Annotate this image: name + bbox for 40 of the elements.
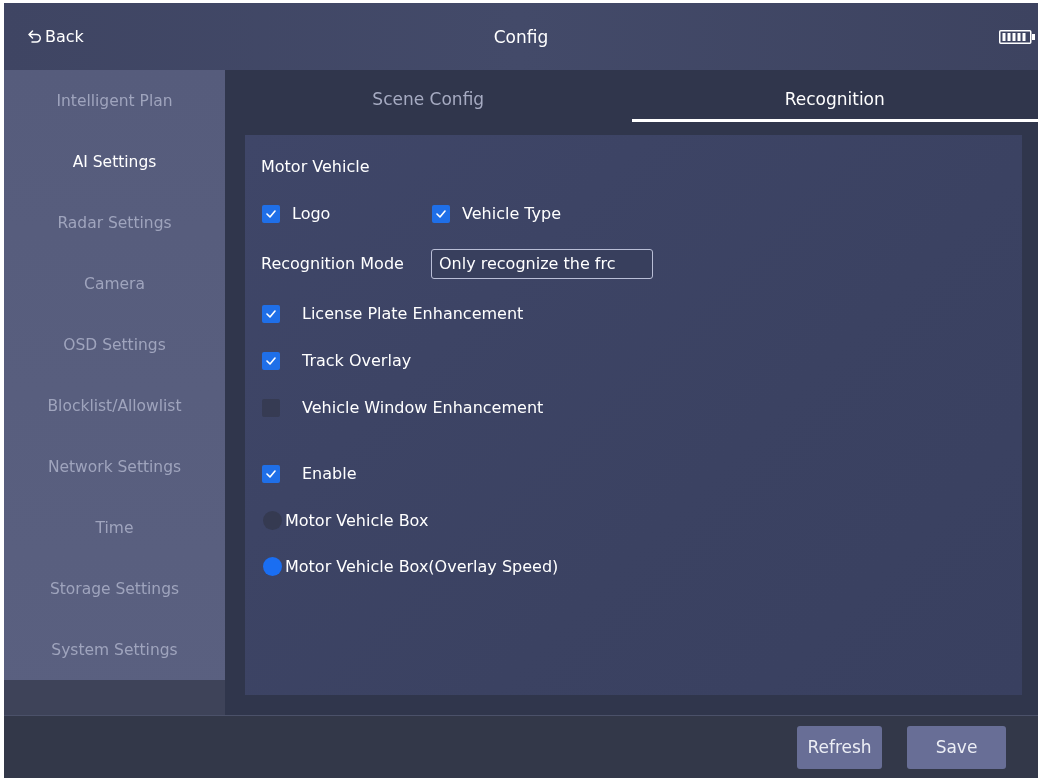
check-icon (266, 209, 276, 218)
sidebar-item[interactable]: OSD Settings (4, 314, 225, 375)
section-heading: Motor Vehicle (261, 157, 370, 176)
sidebar-item[interactable]: AI Settings (4, 131, 225, 192)
page-title: Config (493, 26, 549, 47)
check-icon (266, 356, 276, 365)
checkbox-label: Enable (302, 464, 357, 483)
radio-label: Motor Vehicle Box (285, 510, 429, 530)
checkbox-label: Logo (292, 204, 331, 223)
back-button[interactable]: Back (26, 25, 86, 48)
refresh-button[interactable]: Refresh (797, 725, 882, 769)
checkbox-label: Vehicle Type (462, 204, 562, 223)
checkbox[interactable] (262, 351, 280, 370)
save-button[interactable]: Save (907, 725, 1006, 769)
checkbox-label: Vehicle Window Enhancement (302, 398, 544, 417)
sidebar-item[interactable]: Intelligent Plan (4, 70, 225, 131)
check-icon (266, 469, 276, 478)
checkbox-label: License Plate Enhancement (302, 304, 524, 323)
check-icon (436, 209, 446, 218)
sidebar-item[interactable]: Storage Settings (4, 558, 225, 619)
radio-button[interactable] (263, 556, 282, 576)
battery-icon (999, 29, 1035, 44)
checkbox[interactable] (432, 204, 450, 223)
sidebar-item[interactable]: Time (4, 497, 225, 558)
sidebar-item[interactable]: Network Settings (4, 436, 225, 497)
tab[interactable]: Recognition (631, 70, 1038, 122)
checkbox[interactable] (262, 464, 280, 483)
radio-label: Motor Vehicle Box(Overlay Speed) (285, 556, 559, 576)
sidebar-item[interactable]: Radar Settings (4, 192, 225, 253)
sidebar-item[interactable]: Camera (4, 253, 225, 314)
back-arrow-icon (28, 30, 42, 43)
tab[interactable]: Scene Config (225, 70, 632, 122)
sidebar-item[interactable]: System Settings (4, 619, 225, 680)
check-icon (266, 309, 276, 318)
checkbox-label: Track Overlay (302, 351, 412, 370)
sidebar-item[interactable]: Blocklist/Allowlist (4, 375, 225, 436)
field-label: Recognition Mode (261, 254, 405, 273)
recognition-mode-field[interactable]: Only recognize the frc (431, 248, 653, 279)
checkbox[interactable] (262, 204, 280, 223)
checkbox[interactable] (262, 304, 280, 323)
